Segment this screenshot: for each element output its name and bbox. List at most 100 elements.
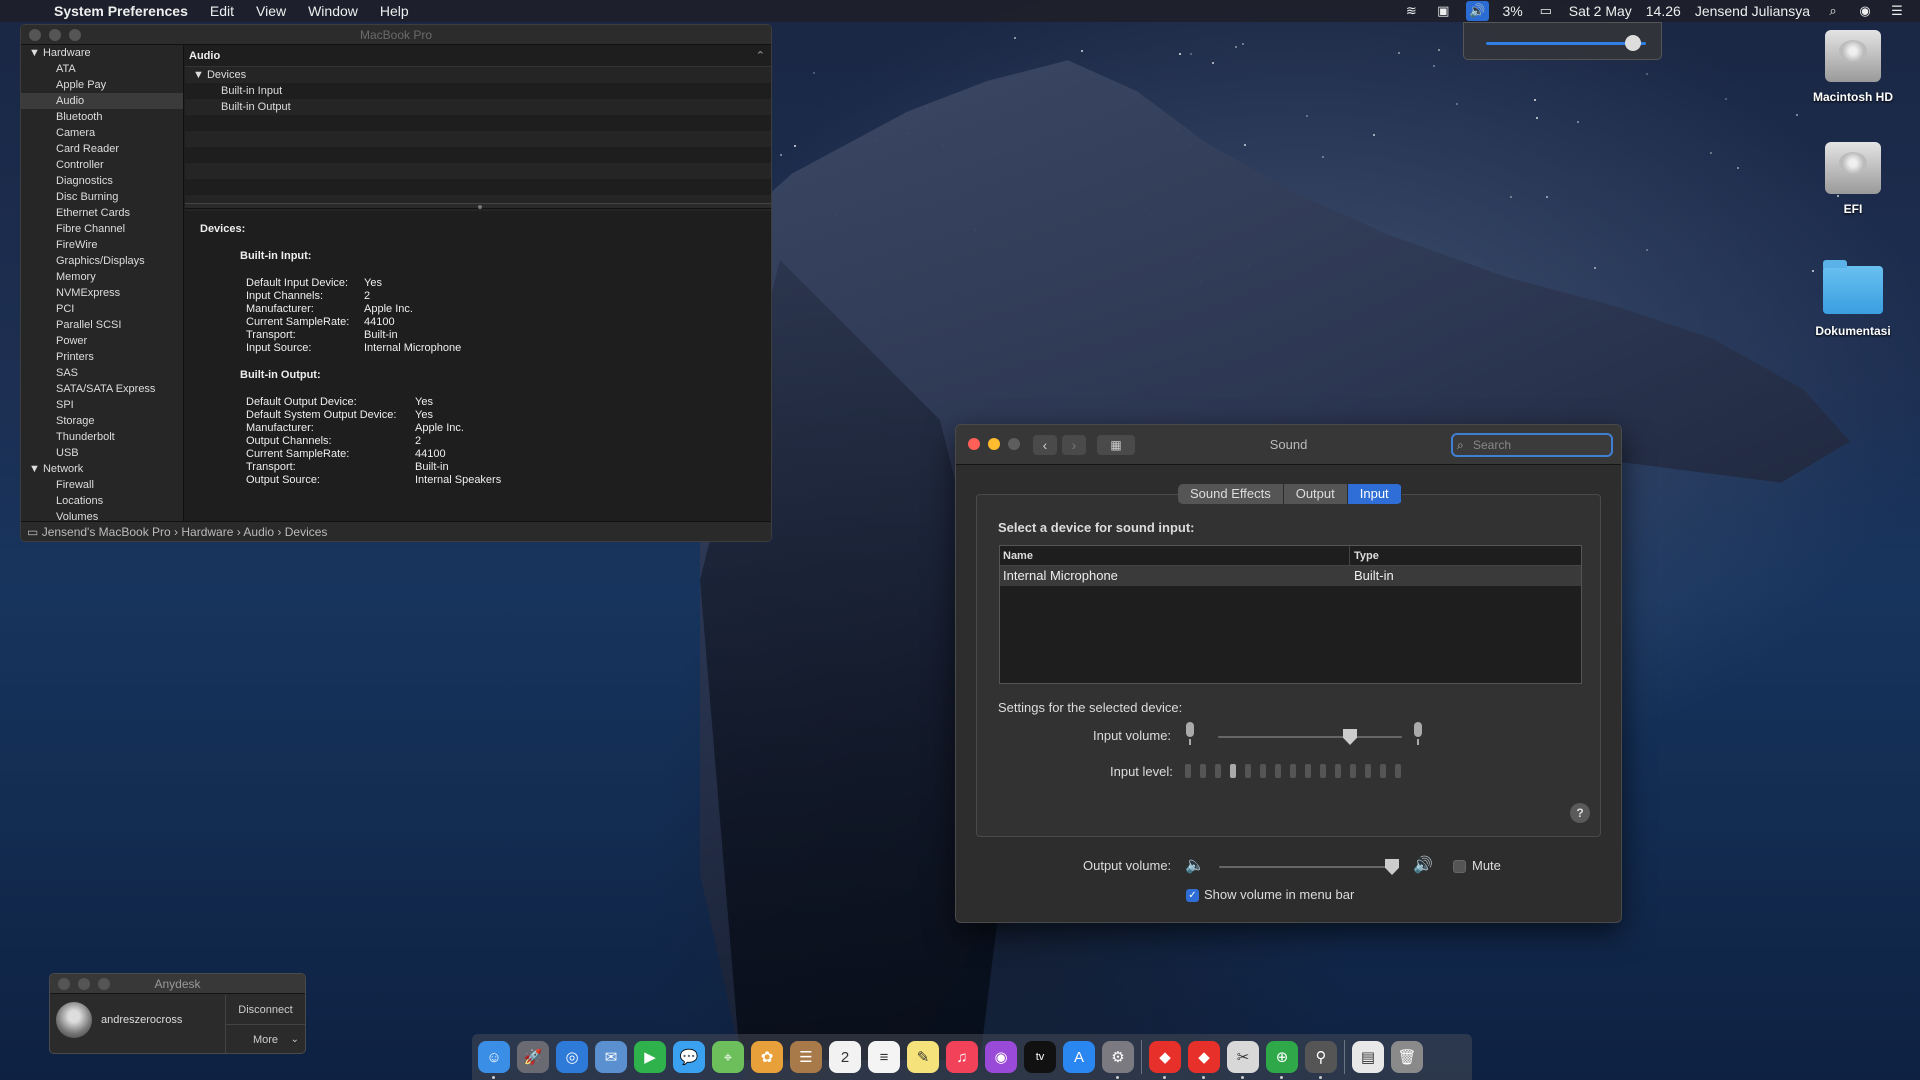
sidebar-item[interactable]: Fibre Channel [21,221,183,237]
siri-icon[interactable]: ◉ [1856,3,1874,19]
list-header[interactable]: Audio ⌃ [185,45,771,67]
menu-clock-date[interactable]: Sat 2 May [1569,3,1632,19]
system-preferences-icon[interactable]: ⚙ [1102,1041,1134,1079]
notification-center-icon[interactable]: ☰ [1888,3,1906,19]
document-icon[interactable]: ▤ [1352,1041,1384,1073]
globe-app-icon[interactable]: ⊕ [1266,1041,1298,1079]
anydesk-alt-icon[interactable]: ◆ [1188,1041,1220,1079]
sidebar-item[interactable]: Graphics/Displays [21,253,183,269]
sidebar-item[interactable]: Card Reader [21,141,183,157]
tab-output[interactable]: Output [1283,484,1348,504]
finder-icon[interactable]: ☺ [478,1041,510,1079]
disclosure-triangle-icon[interactable]: ▼ [29,463,43,475]
split-view-divider[interactable] [185,203,771,209]
path-bar-text[interactable]: Jensend's MacBook Pro › Hardware › Audio… [42,525,328,539]
sidebar-group[interactable]: ▼ Hardware [21,45,183,61]
minimize-button[interactable] [78,978,90,990]
sidebar-item[interactable]: Power [21,333,183,349]
sidebar-item[interactable]: Memory [21,269,183,285]
display-mirror-icon[interactable]: ▣ [1434,3,1452,19]
sidebar-item[interactable]: Ethernet Cards [21,205,183,221]
sidebar-item[interactable]: SAS [21,365,183,381]
input-volume-thumb[interactable] [1343,729,1357,745]
mute-checkbox[interactable] [1453,860,1466,873]
photos-icon[interactable]: ✿ [751,1041,783,1073]
sidebar-item[interactable]: Firewall [21,477,183,493]
app-store-icon[interactable]: A [1063,1041,1095,1073]
sidebar-item[interactable]: ATA [21,61,183,77]
notes-icon[interactable]: ✎ [907,1041,939,1073]
maps-icon[interactable]: ⌖ [712,1041,744,1073]
close-button[interactable] [58,978,70,990]
sidebar-item[interactable]: USB [21,445,183,461]
sidebar-item[interactable]: NVMExpress [21,285,183,301]
battery-icon[interactable]: ▭ [1537,3,1555,19]
sidebar-item[interactable]: Thunderbolt [21,429,183,445]
usb-tool-icon[interactable]: ⚲ [1305,1041,1337,1079]
volume-slider-track[interactable] [1486,42,1646,45]
zoom-button[interactable] [69,29,81,41]
disclosure-triangle-icon[interactable]: ▼ [29,47,43,59]
window-titlebar[interactable]: MacBook Pro [21,25,771,45]
apple-tv-icon[interactable]: tv [1024,1041,1056,1073]
output-volume-thumb[interactable] [1385,859,1399,875]
desktop-icon-dokumentasi[interactable]: Dokumentasi [1793,260,1913,338]
sidebar-item[interactable]: Disc Burning [21,189,183,205]
anydesk-icon[interactable]: ◆ [1149,1041,1181,1079]
sidebar-item[interactable]: Locations [21,493,183,509]
window-titlebar[interactable]: Anydesk [50,974,305,994]
list-item-built-in-output[interactable]: Built-in Output [185,99,771,115]
zoom-button[interactable] [98,978,110,990]
list-item-built-in-input[interactable]: Built-in Input [185,83,771,99]
calendar-icon[interactable]: 2 [829,1041,861,1073]
music-icon[interactable]: ♫ [946,1041,978,1073]
trash-icon[interactable]: 🗑 [1391,1041,1423,1073]
tab-input[interactable]: Input [1347,484,1402,504]
safari-icon[interactable]: ◎ [556,1041,588,1073]
sidebar-item[interactable]: Apple Pay [21,77,183,93]
menu-clock-time[interactable]: 14.26 [1646,3,1681,19]
sidebar-item[interactable]: Bluetooth [21,109,183,125]
sidebar-item[interactable]: Audio [21,93,183,109]
sidebar-group[interactable]: ▼ Network [21,461,183,477]
menu-window[interactable]: Window [308,3,358,19]
output-volume-slider[interactable] [1219,866,1399,868]
sidebar-item[interactable]: SPI [21,397,183,413]
contacts-icon[interactable]: ☰ [790,1041,822,1073]
launchpad-icon[interactable]: 🚀 [517,1041,549,1073]
preview-icon[interactable]: ✂ [1227,1041,1259,1079]
apple-menu-icon[interactable] [20,3,34,19]
desktop-icon-macintosh-hd[interactable]: Macintosh HD [1793,30,1913,104]
menu-view[interactable]: View [256,3,286,19]
list-group-devices[interactable]: ▼ Devices [185,67,771,83]
help-button[interactable]: ? [1570,803,1590,823]
wifi-icon[interactable]: ≋ [1402,3,1420,19]
sidebar-item[interactable]: Storage [21,413,183,429]
tab-sound-effects[interactable]: Sound Effects [1178,484,1284,504]
close-button[interactable] [29,29,41,41]
messages-icon[interactable]: 💬 [673,1041,705,1073]
sidebar-item[interactable]: Parallel SCSI [21,317,183,333]
input-volume-slider[interactable] [1218,736,1402,738]
app-menu[interactable]: System Preferences [54,3,188,19]
sidebar-item[interactable]: Controller [21,157,183,173]
sidebar-item[interactable]: Printers [21,349,183,365]
menu-edit[interactable]: Edit [210,3,234,19]
user-name[interactable]: Jensend Juliansya [1695,3,1810,19]
facetime-icon[interactable]: ▶ [634,1041,666,1073]
sidebar-item[interactable]: Camera [21,125,183,141]
show-volume-checkbox[interactable]: ✓ [1186,889,1199,902]
spotlight-search-icon[interactable]: ⌕ [1824,3,1842,19]
sidebar-item[interactable]: Diagnostics [21,173,183,189]
volume-icon[interactable]: 🔊 [1466,1,1489,21]
table-row[interactable]: Internal Microphone Built-in [1000,566,1581,586]
column-header-name[interactable]: Name [1000,546,1350,565]
more-button[interactable]: More ⌄ [226,1025,305,1053]
sidebar-item[interactable]: FireWire [21,237,183,253]
column-header-type[interactable]: Type [1350,546,1379,565]
podcasts-icon[interactable]: ◉ [985,1041,1017,1073]
desktop-icon-efi[interactable]: EFI [1793,142,1913,216]
battery-percent[interactable]: 3% [1503,3,1523,19]
mail-icon[interactable]: ✉ [595,1041,627,1073]
menu-help[interactable]: Help [380,3,409,19]
